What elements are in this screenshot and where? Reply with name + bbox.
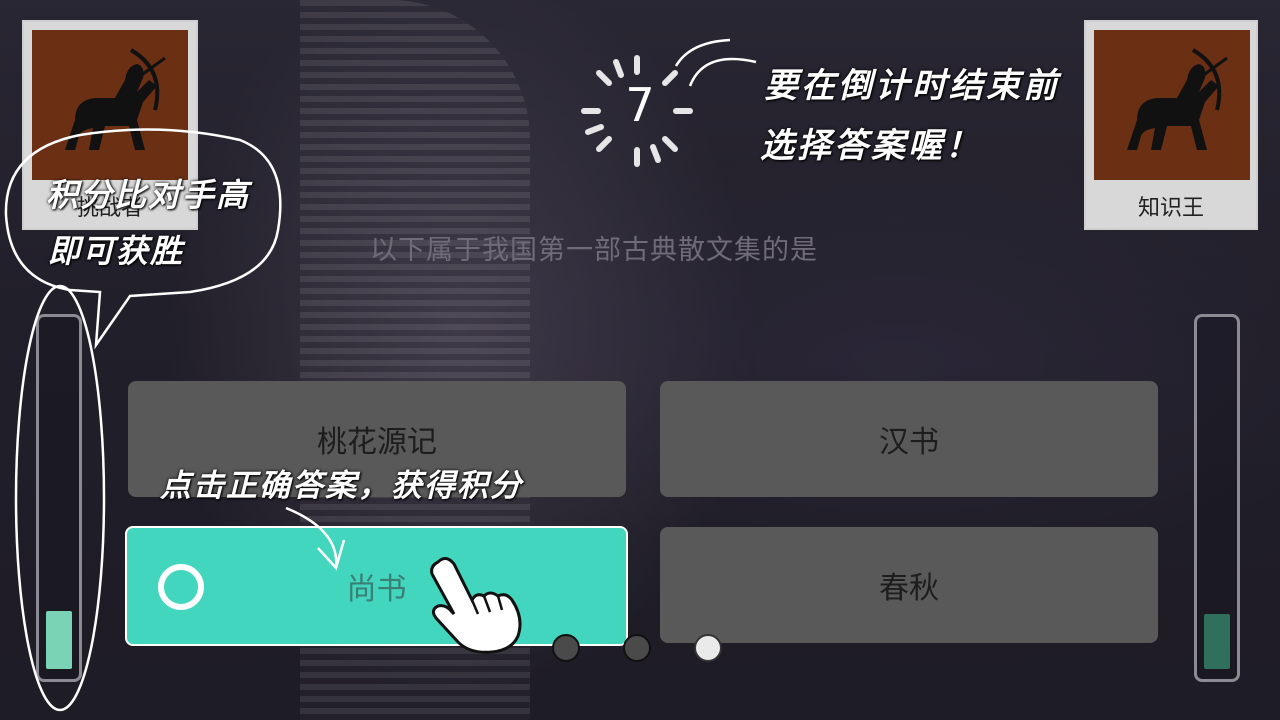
- pointing-hand-icon: [430, 557, 522, 654]
- score-hint-line1: 积分比对手高: [46, 176, 251, 214]
- score-hint-line2: 即可获胜: [48, 232, 185, 270]
- timer-hint-arc-1: [674, 38, 731, 67]
- answer-hint-arrow: [285, 506, 346, 571]
- timer-hint-arc-2: [688, 57, 757, 87]
- tutorial-overlay-drawings: [4, 38, 757, 712]
- bar-highlight-ellipse: [14, 284, 106, 712]
- answer-hint: 点击正确答案，获得积分: [160, 468, 523, 504]
- timer-hint-line2: 选择答案喔！: [760, 126, 982, 166]
- timer-hint-line1: 要在倒计时结束前: [764, 66, 1060, 106]
